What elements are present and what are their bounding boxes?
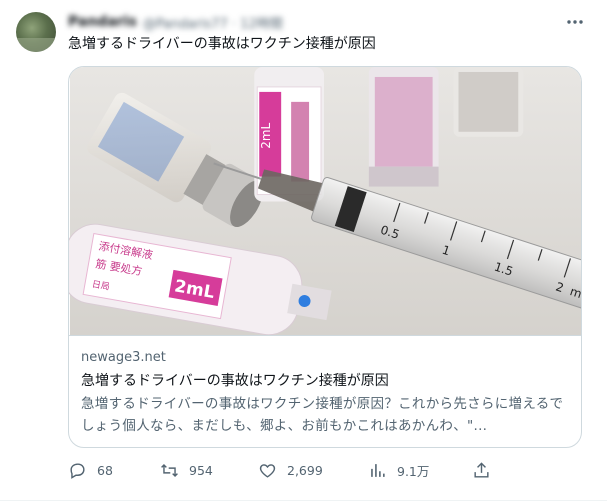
tweet-header: Pandaris @Pandaris77 · 12時間: [68, 12, 283, 32]
card-domain[interactable]: newage3.net: [81, 349, 571, 366]
views-count: 9.1万: [397, 463, 430, 479]
tweet-text: 急増するドライバーの事故はワクチン接種が原因: [68, 36, 376, 52]
card-image[interactable]: 2mL 0.5 1 1.5 2 mL 添付溶解液 筋 要処方 日局 2mL: [69, 67, 582, 336]
share-icon: [474, 461, 489, 478]
retweet-icon: [161, 463, 178, 477]
display-name[interactable]: Pandaris: [68, 14, 137, 30]
reply-button[interactable]: 68: [68, 461, 113, 480]
card-description: 急増するドライバーの事故はワクチン接種が原因？これから先さらに増えるでしょう個人…: [81, 396, 564, 434]
reply-count: 68: [97, 462, 113, 478]
like-count: 2,699: [287, 462, 323, 478]
handle[interactable]: @Pandaris77 · 12時間: [143, 13, 283, 32]
avatar[interactable]: [16, 12, 56, 52]
more-icon[interactable]: [563, 10, 587, 34]
vial-label: 2mL: [259, 122, 273, 148]
views-icon: [371, 463, 385, 477]
retweet-button[interactable]: 954: [160, 461, 213, 480]
link-card[interactable]: 2mL 0.5 1 1.5 2 mL 添付溶解液 筋 要処方 日局 2mL ne…: [68, 66, 582, 448]
reply-icon: [70, 462, 85, 479]
retweet-count: 954: [189, 462, 213, 478]
card-title[interactable]: 急増するドライバーの事故はワクチン接種が原因: [81, 371, 571, 391]
heart-icon: [259, 463, 276, 478]
action-bar: 68 954 2,699 9.1万: [68, 458, 588, 482]
tweet[interactable]: Pandaris @Pandaris77 · 12時間 急増するドライバーの事故…: [0, 0, 607, 501]
card-body: newage3.net 急増するドライバーの事故はワクチン接種が原因 急増するド…: [81, 349, 571, 437]
views-button[interactable]: 9.1万: [368, 461, 429, 480]
like-button[interactable]: 2,699: [258, 461, 323, 480]
share-button[interactable]: [472, 461, 491, 480]
